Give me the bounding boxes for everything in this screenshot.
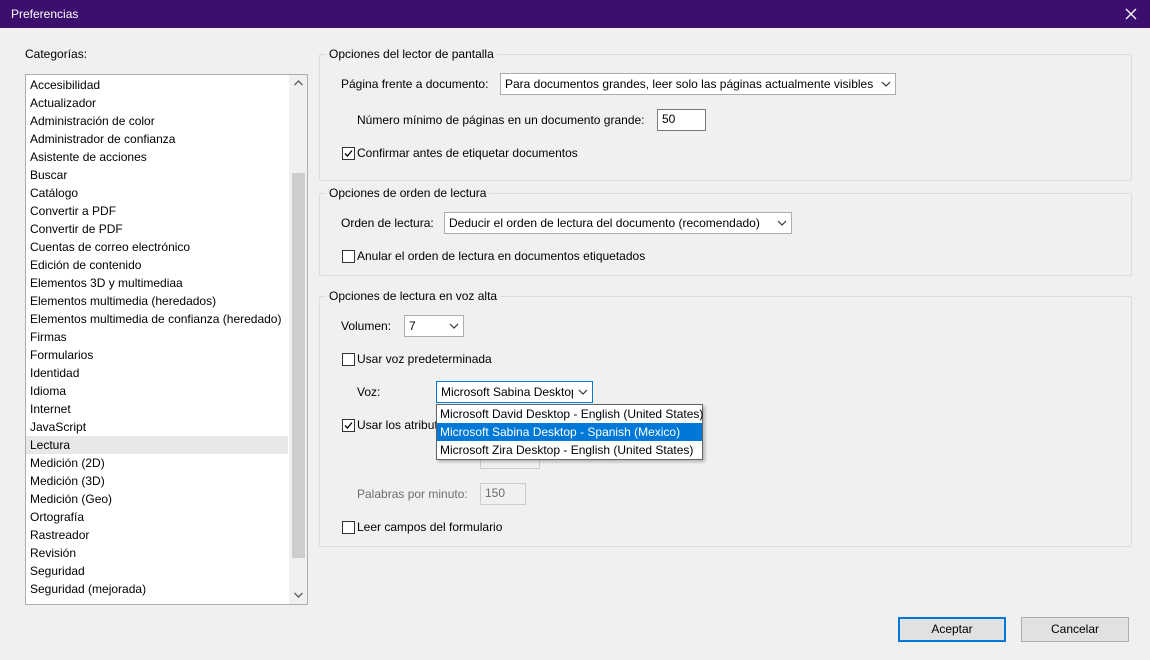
wpm-input: 150: [480, 483, 526, 505]
window-title: Preferencias: [11, 7, 79, 21]
category-item[interactable]: Lectura: [26, 436, 288, 454]
category-item[interactable]: Medición (3D): [26, 472, 288, 490]
read-aloud-legend: Opciones de lectura en voz alta: [326, 289, 501, 303]
category-item[interactable]: Rastreador: [26, 526, 288, 544]
categories-list[interactable]: Accesibilidad Actualizador Administración …: [25, 74, 308, 605]
form-fields-checkbox[interactable]: [342, 521, 355, 534]
page-vs-doc-select[interactable]: Para documentos grandes, leer solo las p…: [500, 73, 896, 95]
voice-dropdown-list[interactable]: Microsoft David Desktop - English (Unite…: [436, 404, 703, 460]
category-item[interactable]: Asistente de acciones: [26, 148, 288, 166]
category-item[interactable]: Elementos 3D y multimediaa: [26, 274, 288, 292]
voice-value: Microsoft Sabina Desktop: [441, 385, 573, 399]
category-item[interactable]: Medición (2D): [26, 454, 288, 472]
confirm-tag-checkbox[interactable]: [342, 147, 355, 160]
categories-items: Accesibilidad Actualizador Administración …: [26, 76, 288, 598]
category-item[interactable]: JavaScript: [26, 418, 288, 436]
voice-select[interactable]: Microsoft Sabina Desktop: [436, 381, 593, 403]
chevron-down-icon: [881, 81, 891, 87]
scroll-down-button[interactable]: [290, 587, 307, 604]
cancel-button[interactable]: Cancelar: [1021, 617, 1129, 642]
category-item[interactable]: Elementos multimedia (heredados): [26, 292, 288, 310]
categories-scrollbar[interactable]: [289, 75, 307, 604]
category-item[interactable]: Administración de color: [26, 112, 288, 130]
scroll-up-button[interactable]: [290, 75, 307, 92]
volume-select[interactable]: 7: [404, 315, 464, 337]
voice-option[interactable]: Microsoft David Desktop - English (Unite…: [437, 405, 703, 423]
chevron-up-icon: [294, 80, 303, 86]
category-item[interactable]: Firmas: [26, 328, 288, 346]
voice-option[interactable]: Microsoft Zira Desktop - English (United…: [437, 441, 702, 459]
use-attributes-label: Usar los atribut: [357, 418, 438, 432]
reading-order-value: Deducir el orden de lectura del document…: [449, 216, 760, 230]
wpm-label: Palabras por minuto:: [357, 487, 468, 501]
category-item[interactable]: Revisión: [26, 544, 288, 562]
min-pages-input[interactable]: 50: [657, 109, 706, 131]
override-order-label: Anular el orden de lectura en documentos…: [357, 249, 646, 263]
page-vs-doc-label: Página frente a documento:: [341, 77, 489, 91]
title-bar: Preferencias: [0, 0, 1150, 28]
category-item[interactable]: Internet: [26, 400, 288, 418]
voice-option-highlighted[interactable]: Microsoft Sabina Desktop - Spanish (Mexi…: [437, 423, 702, 441]
dropdown-button[interactable]: [773, 213, 791, 233]
confirm-tag-label: Confirmar antes de etiquetar documentos: [357, 146, 578, 160]
ok-button[interactable]: Aceptar: [898, 617, 1006, 642]
category-item[interactable]: Convertir a PDF: [26, 202, 288, 220]
default-voice-label: Usar voz predeterminada: [357, 352, 492, 366]
category-item[interactable]: Edición de contenido: [26, 256, 288, 274]
dropdown-button[interactable]: [877, 74, 895, 94]
category-item[interactable]: Administrador de confianza: [26, 130, 288, 148]
volume-value: 7: [409, 319, 416, 333]
dropdown-button[interactable]: [445, 316, 463, 336]
default-voice-checkbox[interactable]: [342, 353, 355, 366]
close-button[interactable]: [1112, 0, 1150, 28]
chevron-down-icon: [449, 323, 459, 329]
chevron-down-icon: [777, 220, 787, 226]
min-pages-label: Número mínimo de páginas en un documento…: [357, 113, 645, 127]
page-vs-doc-value: Para documentos grandes, leer solo las p…: [505, 77, 874, 91]
form-fields-label: Leer campos del formulario: [357, 520, 503, 534]
scroll-thumb[interactable]: [292, 173, 305, 558]
volume-label: Volumen:: [341, 319, 392, 333]
reading-order-group: Opciones de orden de lectura: [319, 186, 1132, 276]
category-item[interactable]: Identidad: [26, 364, 288, 382]
chevron-down-icon: [294, 592, 303, 598]
chevron-down-icon: [578, 389, 588, 395]
categories-label: Categorías:: [25, 47, 88, 61]
reading-order-select[interactable]: Deducir el orden de lectura del document…: [444, 212, 792, 234]
category-item[interactable]: Elementos multimedia de confianza (hered…: [26, 310, 288, 328]
category-item[interactable]: Convertir de PDF: [26, 220, 288, 238]
category-item[interactable]: Buscar: [26, 166, 288, 184]
category-item[interactable]: Ortografía: [26, 508, 288, 526]
category-item[interactable]: Actualizador: [26, 94, 288, 112]
reading-order-label: Orden de lectura:: [341, 216, 434, 230]
category-item[interactable]: Seguridad: [26, 562, 288, 580]
category-item[interactable]: Medición (Geo): [26, 490, 288, 508]
category-item[interactable]: Idioma: [26, 382, 288, 400]
reading-order-legend: Opciones de orden de lectura: [326, 186, 490, 200]
checkmark-icon: [344, 150, 353, 157]
category-item[interactable]: Catálogo: [26, 184, 288, 202]
voice-label: Voz:: [357, 385, 381, 399]
use-attributes-checkbox[interactable]: [342, 419, 355, 432]
category-item[interactable]: Seguridad (mejorada): [26, 580, 288, 598]
screen-reader-legend: Opciones del lector de pantalla: [326, 47, 497, 61]
category-item[interactable]: Formularios: [26, 346, 288, 364]
close-icon: [1125, 8, 1137, 20]
checkmark-icon: [344, 422, 353, 429]
override-order-checkbox[interactable]: [342, 250, 355, 263]
dropdown-button[interactable]: [574, 382, 592, 402]
category-item[interactable]: Cuentas de correo electrónico: [26, 238, 288, 256]
category-item[interactable]: Accesibilidad: [26, 76, 288, 94]
